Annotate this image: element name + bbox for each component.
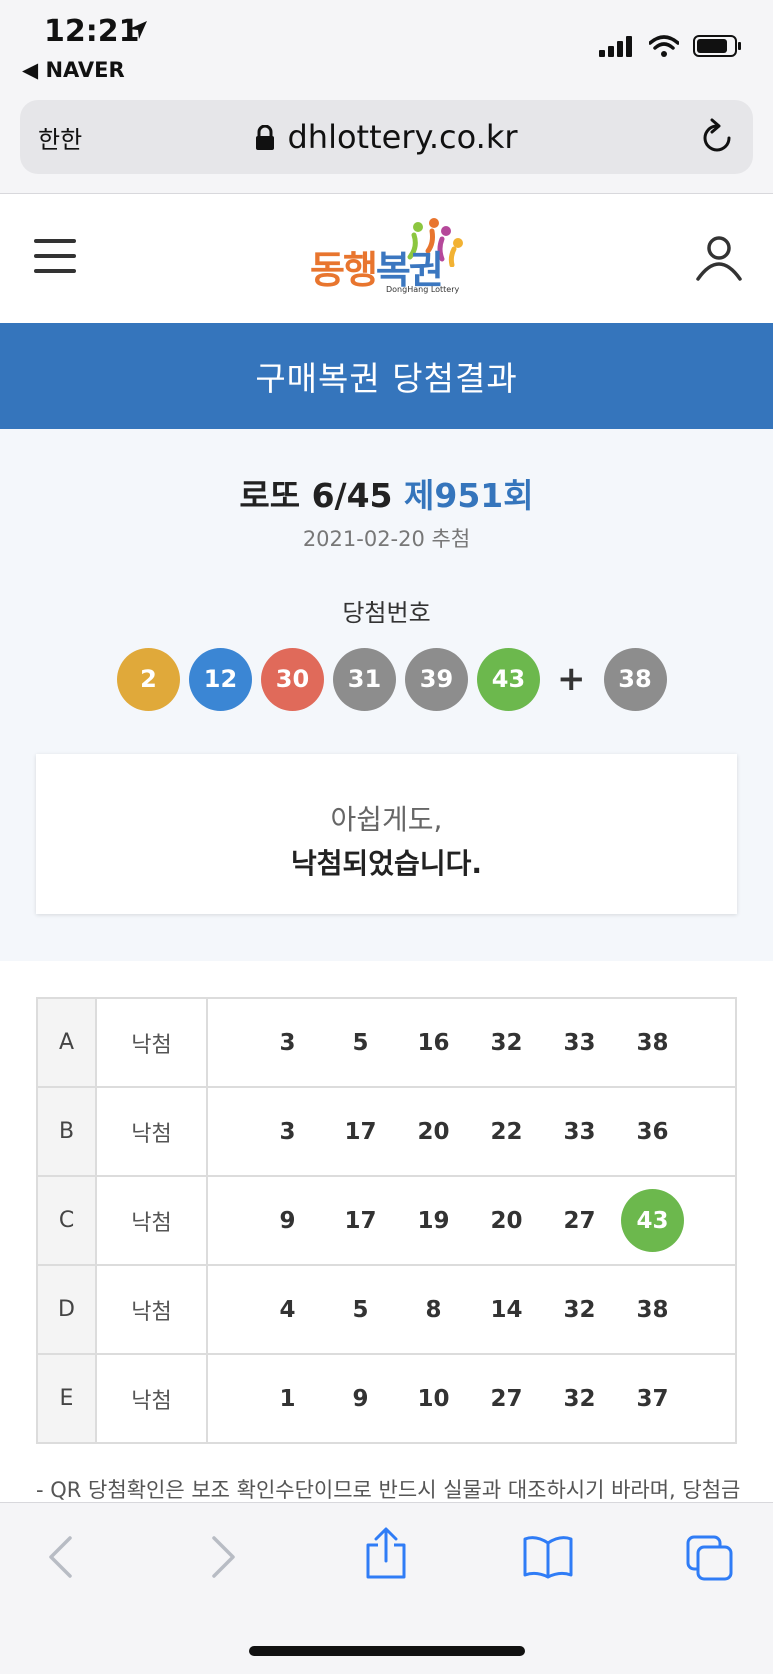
status-time: 12:21 xyxy=(44,14,140,49)
forward-icon[interactable] xyxy=(210,1535,238,1579)
ticket-number: 32 xyxy=(490,1029,523,1056)
ticket-result: 낙첨 xyxy=(95,1175,208,1266)
ticket-number: 3 xyxy=(279,1118,296,1145)
winning-numbers: 2 12 30 31 39 43 + 38 xyxy=(117,647,676,711)
ticket-result: 낙첨 xyxy=(95,1086,208,1177)
footnote: - QR 당첨확인은 보조 확인수단이므로 반드시 실물과 대조하시기 바라며,… xyxy=(36,1478,741,1502)
ticket-table: A 낙첨 3 5 16 32 33 38 B 낙첨 3 17 20 22 33 36 C 낙첨 9 17 19 20 27 4… xyxy=(36,997,737,1444)
ticket-number: 20 xyxy=(490,1207,523,1234)
ticket-game-label: A xyxy=(36,997,97,1088)
tabs-icon[interactable] xyxy=(686,1535,734,1581)
ticket-number: 9 xyxy=(279,1207,296,1234)
ticket-number: 19 xyxy=(417,1207,450,1234)
ticket-number: 10 xyxy=(417,1385,450,1412)
winning-ball: 12 xyxy=(189,647,252,711)
lock-icon xyxy=(256,125,275,150)
plus-sign: + xyxy=(557,659,586,699)
table-row: E 낙첨 1 9 10 27 32 37 xyxy=(36,1353,737,1444)
ticket-number: 20 xyxy=(417,1118,450,1145)
site-logo[interactable]: 동행복권 DongHang Lottery xyxy=(308,217,468,299)
user-icon[interactable] xyxy=(695,235,743,281)
ticket-numbers-cell: 4 5 8 14 32 38 xyxy=(206,1264,737,1355)
ticket-number: 32 xyxy=(563,1385,596,1412)
ticket-number: 5 xyxy=(352,1296,369,1323)
ticket-game-label: B xyxy=(36,1086,97,1177)
ticket-number: 8 xyxy=(425,1296,442,1323)
table-row: B 낙첨 3 17 20 22 33 36 xyxy=(36,1086,737,1177)
ticket-number: 33 xyxy=(563,1029,596,1056)
page-title: 구매복권 당첨결과 xyxy=(0,323,773,429)
winning-numbers-label: 당첨번호 xyxy=(342,599,431,627)
ticket-number: 27 xyxy=(563,1207,596,1234)
ticket-numbers-cell: 3 17 20 22 33 36 xyxy=(206,1086,737,1177)
winning-ball: 31 xyxy=(333,647,396,711)
ticket-number: 17 xyxy=(344,1118,377,1145)
menu-icon[interactable] xyxy=(34,239,76,273)
draw-round: 제951회 xyxy=(404,476,534,515)
ticket-number: 1 xyxy=(279,1385,296,1412)
ticket-number: 22 xyxy=(490,1118,523,1145)
ticket-number: 27 xyxy=(490,1385,523,1412)
ticket-numbers-cell: 9 17 19 20 27 43 xyxy=(206,1175,737,1266)
status-bar: 12:21 ◀ NAVER xyxy=(0,0,773,96)
ticket-number: 37 xyxy=(636,1385,669,1412)
winning-ball: 39 xyxy=(405,647,468,711)
ticket-game-label: D xyxy=(36,1264,97,1355)
draw-date: 2021-02-20 추첨 xyxy=(302,527,471,551)
ticket-game-label: E xyxy=(36,1353,97,1444)
ticket-number-matched: 43 xyxy=(621,1189,684,1252)
ticket-game-label: C xyxy=(36,1175,97,1266)
signal-icon xyxy=(599,36,632,57)
url-display[interactable]: dhlottery.co.kr xyxy=(20,118,753,156)
draw-result-section: 로또 6/45 제951회 2021-02-20 추첨 당첨번호 2 12 30… xyxy=(0,429,773,961)
draw-title: 로또 6/45 제951회 xyxy=(0,469,773,517)
table-row: A 낙첨 3 5 16 32 33 38 xyxy=(36,997,737,1088)
ticket-number: 38 xyxy=(636,1296,669,1323)
ticket-number: 33 xyxy=(563,1118,596,1145)
ticket-number: 4 xyxy=(279,1296,296,1323)
result-message-card: 아쉽게도, 낙첨되었습니다. xyxy=(36,754,737,914)
ticket-number: 32 xyxy=(563,1296,596,1323)
table-row: D 낙첨 4 5 8 14 32 38 xyxy=(36,1264,737,1355)
battery-icon xyxy=(693,35,741,57)
home-indicator xyxy=(249,1646,525,1656)
bookmarks-icon[interactable] xyxy=(522,1535,574,1579)
ticket-numbers-cell: 1 9 10 27 32 37 xyxy=(206,1353,737,1444)
ticket-number: 16 xyxy=(417,1029,450,1056)
share-icon[interactable] xyxy=(364,1527,408,1579)
winning-ball: 43 xyxy=(477,647,540,711)
browser-address-area: 한한 dhlottery.co.kr xyxy=(0,96,773,194)
ticket-number: 14 xyxy=(490,1296,523,1323)
ticket-number: 36 xyxy=(636,1118,669,1145)
ticket-result: 낙첨 xyxy=(95,1264,208,1355)
address-bar[interactable]: 한한 dhlottery.co.kr xyxy=(20,100,753,174)
ticket-number: 3 xyxy=(279,1029,296,1056)
winning-ball: 2 xyxy=(117,647,180,711)
logo-subtitle: DongHang Lottery xyxy=(386,285,460,294)
ticket-number: 38 xyxy=(636,1029,669,1056)
ticket-number: 5 xyxy=(352,1029,369,1056)
ticket-result: 낙첨 xyxy=(95,1353,208,1444)
reload-icon[interactable] xyxy=(699,118,735,156)
result-message-line2: 낙첨되었습니다. xyxy=(291,847,482,880)
game-name: 로또 6/45 xyxy=(239,476,393,515)
status-indicators xyxy=(599,34,743,58)
winning-ball: 30 xyxy=(261,647,324,711)
ticket-number: 9 xyxy=(352,1385,369,1412)
result-message-line1: 아쉽게도, xyxy=(330,803,443,836)
back-icon[interactable] xyxy=(46,1535,74,1579)
bonus-ball: 38 xyxy=(603,647,667,711)
url-text: dhlottery.co.kr xyxy=(287,118,518,156)
location-arrow-icon xyxy=(129,21,147,39)
ticket-numbers-cell: 3 5 16 32 33 38 xyxy=(206,997,737,1088)
ticket-number: 17 xyxy=(344,1207,377,1234)
back-to-app-link[interactable]: ◀ NAVER xyxy=(22,58,125,82)
ticket-result: 낙첨 xyxy=(95,997,208,1088)
wifi-icon xyxy=(649,35,679,57)
table-row: C 낙첨 9 17 19 20 27 43 xyxy=(36,1175,737,1266)
site-header: 동행복권 DongHang Lottery xyxy=(0,195,773,323)
